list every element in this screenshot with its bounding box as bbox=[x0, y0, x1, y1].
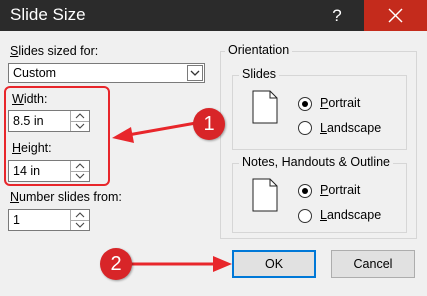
annotation-badge-1: 1 bbox=[193, 108, 225, 140]
annotation-arrow-1 bbox=[112, 121, 197, 143]
annotation-badge-2: 2 bbox=[100, 248, 132, 280]
annotation-arrows bbox=[112, 121, 232, 272]
annotation-arrow-2 bbox=[128, 256, 232, 272]
